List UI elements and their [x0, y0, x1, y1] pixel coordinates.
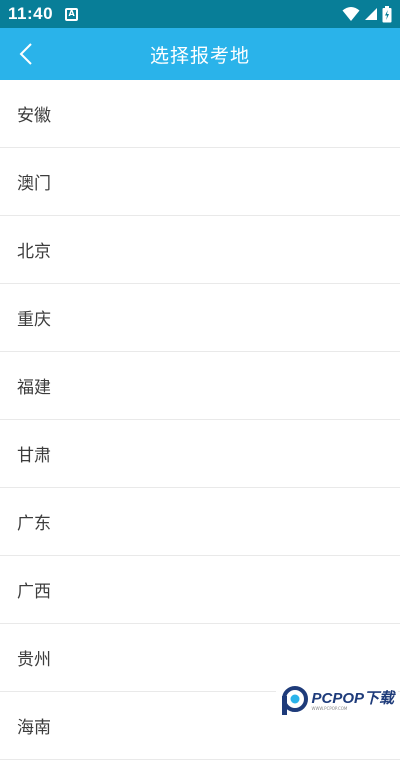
status-bar: 11:40 A: [0, 0, 400, 28]
watermark-logo: PCPOP下载 WWW.PCPOP.COM: [276, 684, 398, 718]
battery-icon: [382, 6, 392, 23]
pcpop-logo-icon: [280, 686, 308, 716]
page-title: 选择报考地: [0, 28, 400, 80]
wifi-icon: [342, 6, 360, 22]
signal-icon: [364, 7, 378, 21]
list-item-beijing[interactable]: 北京: [0, 216, 400, 284]
watermark-text: PCPOP下载: [311, 691, 394, 706]
notification-icon: A: [65, 8, 78, 21]
watermark-subtext: WWW.PCPOP.COM: [311, 707, 394, 711]
list-item-gansu[interactable]: 甘肃: [0, 420, 400, 488]
status-time: 11:40: [8, 4, 53, 24]
list-item-anhui[interactable]: 安徽: [0, 80, 400, 148]
list-item-fujian[interactable]: 福建: [0, 352, 400, 420]
region-list: 安徽 澳门 北京 重庆 福建 甘肃 广东 广西 贵州 海南: [0, 80, 400, 760]
status-icons: [342, 0, 392, 28]
app-bar: 选择报考地: [0, 28, 400, 80]
list-item-guizhou[interactable]: 贵州: [0, 624, 400, 692]
list-item-guangxi[interactable]: 广西: [0, 556, 400, 624]
list-item-macau[interactable]: 澳门: [0, 148, 400, 216]
list-item-chongqing[interactable]: 重庆: [0, 284, 400, 352]
list-item-guangdong[interactable]: 广东: [0, 488, 400, 556]
